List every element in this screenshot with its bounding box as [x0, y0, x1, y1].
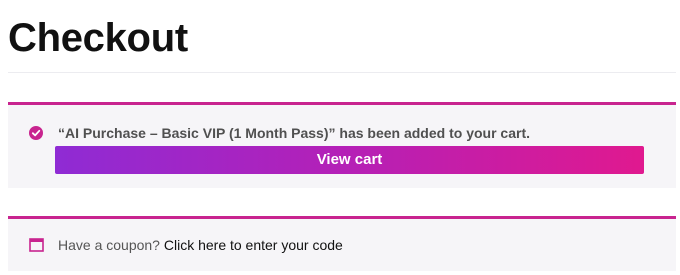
enter-coupon-link[interactable]: Click here to enter your code	[164, 237, 343, 253]
cart-added-notice: “AI Purchase – Basic VIP (1 Month Pass)”…	[8, 102, 676, 188]
title-divider	[8, 72, 676, 73]
check-circle-icon	[29, 126, 43, 140]
checkout-page: Checkout “AI Purchase – Basic VIP (1 Mon…	[0, 0, 680, 275]
coupon-prompt: Have a coupon?	[58, 237, 160, 253]
coupon-window-icon	[29, 238, 44, 252]
cart-notice-message: “AI Purchase – Basic VIP (1 Month Pass)”…	[58, 125, 530, 141]
coupon-notice: Have a coupon? Click here to enter your …	[8, 216, 676, 271]
view-cart-button[interactable]: View cart	[55, 146, 644, 174]
coupon-message: Have a coupon? Click here to enter your …	[58, 236, 343, 254]
page-title: Checkout	[8, 16, 188, 60]
